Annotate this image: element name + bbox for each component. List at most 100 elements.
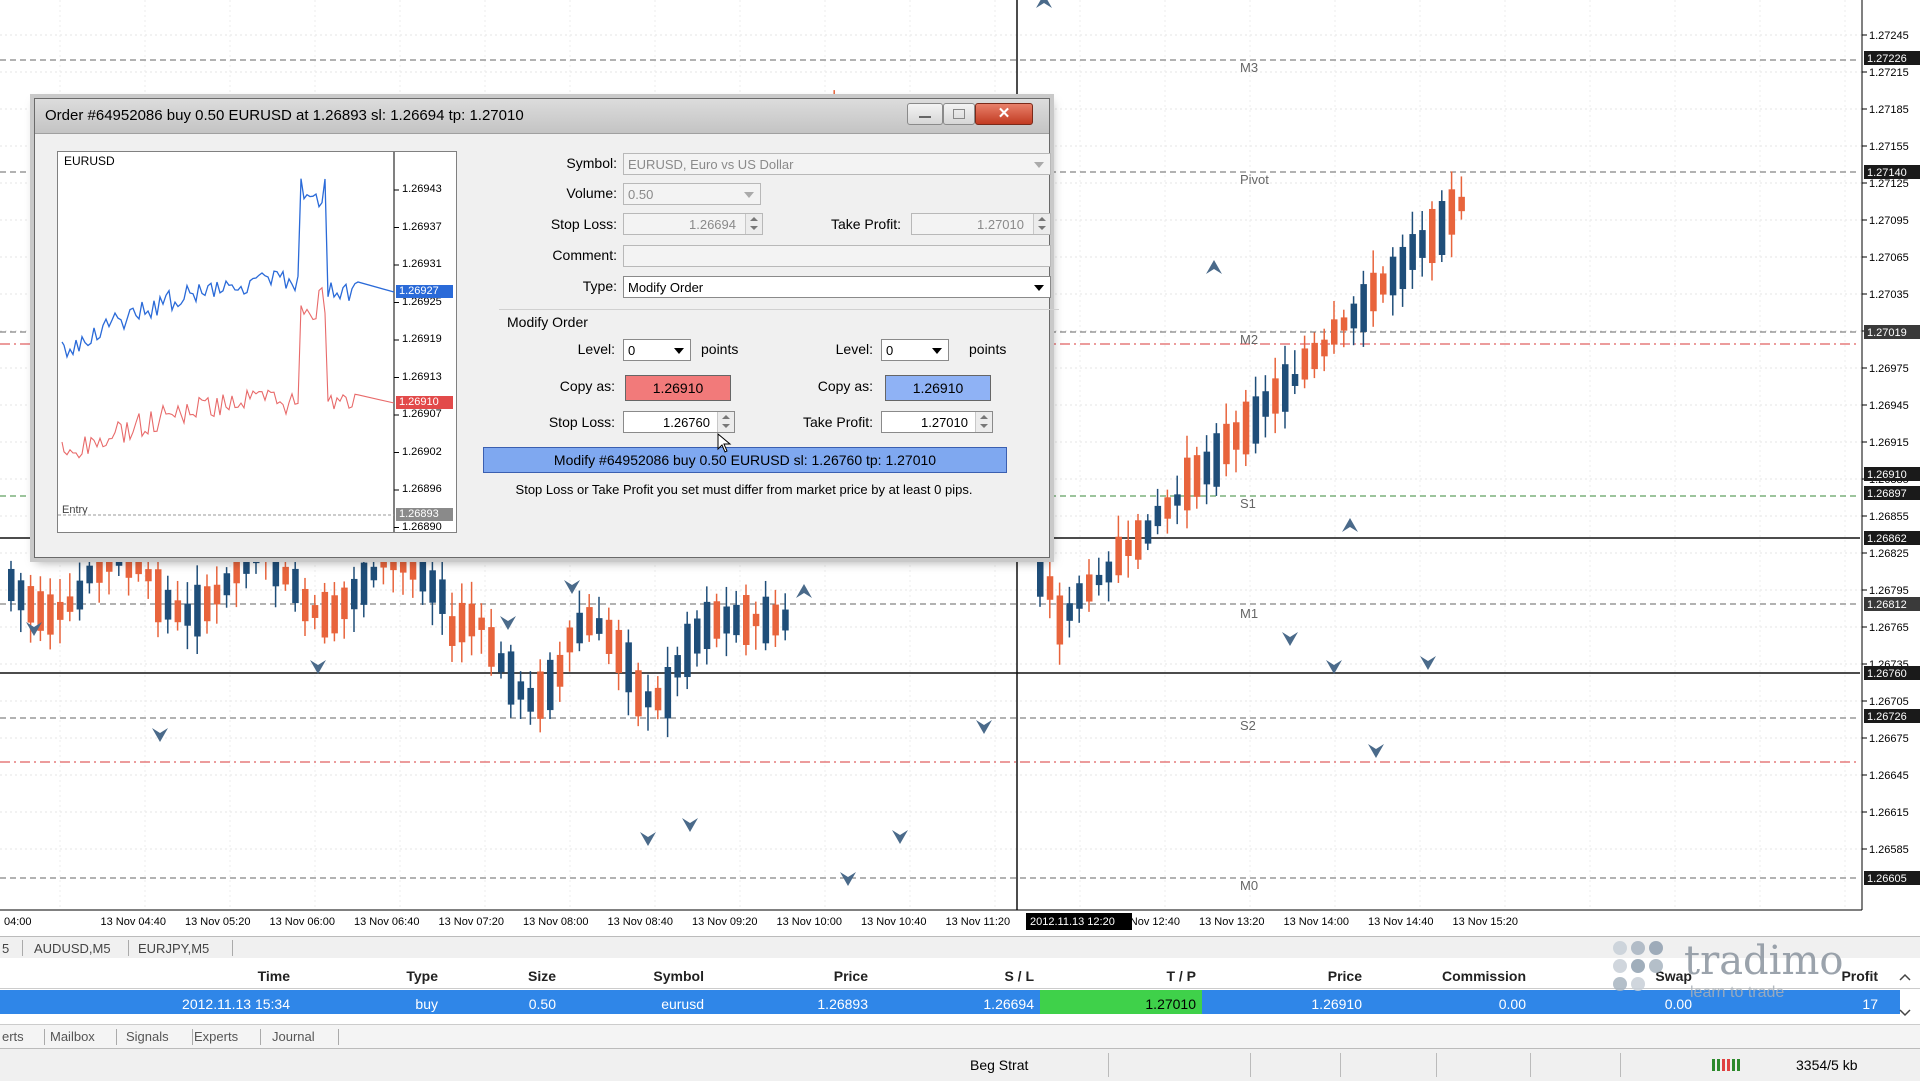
- table-cell: 1.26893: [817, 996, 868, 1012]
- chart-tab[interactable]: AUDUSD,M5: [34, 941, 111, 956]
- minimize-button[interactable]: [907, 103, 943, 125]
- dialog-titlebar[interactable]: Order #64952086 buy 0.50 EURUSD at 1.268…: [35, 99, 1049, 134]
- level-left-select[interactable]: 0: [623, 339, 691, 361]
- stepper-arrows-icon[interactable]: [717, 412, 734, 432]
- price-tag-label: 1.27226: [1867, 53, 1907, 65]
- price-tick-label: 1.26945: [1869, 400, 1909, 412]
- candle-body: [164, 589, 172, 620]
- column-header[interactable]: Size: [416, 968, 556, 984]
- volume-select[interactable]: 0.50: [623, 183, 761, 205]
- candle-body: [1262, 391, 1269, 417]
- fractal-down-icon: [1420, 656, 1436, 670]
- candle-body: [47, 594, 54, 635]
- chart-tab[interactable]: 5: [2, 941, 9, 956]
- candle-body: [223, 573, 231, 596]
- price-tick-label: 1.27035: [1869, 289, 1909, 301]
- stoploss-stepper[interactable]: 1.26694: [623, 213, 763, 235]
- column-header[interactable]: Commission: [1386, 968, 1526, 984]
- time-tick-label: 13 Nov 12:40: [1115, 916, 1180, 928]
- candle-body: [1135, 520, 1142, 560]
- new-stoploss-stepper[interactable]: 1.26760: [623, 411, 735, 433]
- scroll-down-icon[interactable]: [1898, 1008, 1912, 1018]
- time-tick-label: 04:00: [4, 916, 32, 928]
- new-takeprofit-stepper[interactable]: 1.27010: [881, 411, 993, 433]
- terminal-tab[interactable]: Experts: [194, 1029, 238, 1044]
- fractal-down-icon: [500, 616, 516, 630]
- chart-tab[interactable]: EURJPY,M5: [138, 941, 209, 956]
- candle-body: [1429, 208, 1436, 264]
- points-right-label: points: [969, 341, 1007, 357]
- price-tick-label: 1.27095: [1869, 215, 1909, 227]
- column-header[interactable]: S / L: [894, 968, 1034, 984]
- candle-body: [1458, 196, 1465, 212]
- tick-chart-price-label: 1.26890: [402, 520, 442, 533]
- price-tick-label: 1.26705: [1869, 696, 1909, 708]
- candle-body: [733, 604, 740, 636]
- column-header[interactable]: Price: [728, 968, 868, 984]
- candle-body: [458, 602, 466, 643]
- price-tag-label: 1.26897: [1867, 488, 1907, 500]
- copy-as-tp-button[interactable]: 1.26910: [885, 375, 991, 401]
- candle-body: [478, 617, 485, 630]
- candle-body: [1321, 339, 1328, 357]
- time-tick-label: 13 Nov 15:20: [1453, 916, 1518, 928]
- column-header[interactable]: Time: [150, 968, 290, 984]
- price-tag-label: 1.26910: [1867, 469, 1907, 481]
- candle-body: [360, 562, 368, 605]
- price-tick-label: 1.27125: [1869, 178, 1909, 190]
- level-right-select[interactable]: 0: [881, 339, 949, 361]
- close-button[interactable]: ✕: [975, 103, 1033, 125]
- pivot-label: Pivot: [1240, 172, 1269, 187]
- candle-body: [743, 595, 750, 645]
- candle-body: [694, 618, 701, 654]
- table-cell: eurusd: [661, 996, 704, 1012]
- tradimo-watermark: tradimo learn to trade: [1610, 938, 1880, 1008]
- time-tick-label: 13 Nov 05:20: [185, 916, 250, 928]
- candle-body: [1184, 457, 1191, 511]
- terminal-tab[interactable]: Mailbox: [50, 1029, 95, 1044]
- maximize-button[interactable]: [943, 103, 975, 125]
- fractal-down-icon: [892, 830, 908, 844]
- candle-body: [1291, 374, 1299, 386]
- time-tick-label: 13 Nov 04:40: [101, 916, 166, 928]
- new-takeprofit-label: Take Profit:: [802, 414, 873, 430]
- stepper-arrows-icon[interactable]: [975, 412, 992, 432]
- time-tick-label: 2012.11.13 12:20: [1030, 916, 1115, 928]
- time-tick-label: 13 Nov 08:00: [523, 916, 588, 928]
- fractal-up-icon: [796, 584, 812, 598]
- candle-body: [1419, 230, 1426, 258]
- terminal-tab[interactable]: Signals: [126, 1029, 169, 1044]
- fractal-up-icon: [1342, 518, 1358, 532]
- takeprofit-stepper[interactable]: 1.27010: [911, 213, 1051, 235]
- column-header[interactable]: T / P: [1056, 968, 1196, 984]
- fractal-down-icon: [840, 872, 856, 886]
- terminal-tab[interactable]: erts: [2, 1029, 24, 1044]
- time-tick-label: 13 Nov 14:00: [1284, 916, 1349, 928]
- comment-field[interactable]: [623, 245, 1051, 267]
- candle-body: [586, 607, 593, 636]
- column-header[interactable]: Symbol: [564, 968, 704, 984]
- candle-body: [1399, 246, 1407, 290]
- stepper-arrows-icon[interactable]: [745, 214, 762, 234]
- maximize-icon: [953, 109, 965, 119]
- price-tag-label: 1.26812: [1867, 599, 1907, 611]
- order-modify-dialog: Order #64952086 buy 0.50 EURUSD at 1.268…: [34, 98, 1059, 558]
- stepper-arrows-icon[interactable]: [1033, 214, 1050, 234]
- modify-order-button[interactable]: Modify #64952086 buy 0.50 EURUSD sl: 1.2…: [483, 447, 1007, 473]
- price-tick-label: 1.27215: [1869, 67, 1909, 79]
- time-tick-label: 13 Nov 09:20: [692, 916, 757, 928]
- symbol-select[interactable]: EURUSD, Euro vs US Dollar: [623, 153, 1051, 175]
- time-tick-label: 13 Nov 10:40: [861, 916, 926, 928]
- candle-body: [1125, 539, 1132, 557]
- scroll-up-icon[interactable]: [1898, 972, 1912, 982]
- copy-as-sl-button[interactable]: 1.26910: [625, 375, 731, 401]
- terminal-tab[interactable]: Journal: [272, 1029, 315, 1044]
- candle-body: [8, 568, 15, 602]
- candle-body: [1282, 364, 1289, 412]
- column-header[interactable]: Price: [1222, 968, 1362, 984]
- candle-body: [370, 566, 378, 581]
- candle-body: [782, 609, 789, 631]
- candle-body: [498, 653, 505, 673]
- type-select[interactable]: Modify Order: [623, 276, 1051, 298]
- mouse-cursor-icon: [717, 433, 732, 453]
